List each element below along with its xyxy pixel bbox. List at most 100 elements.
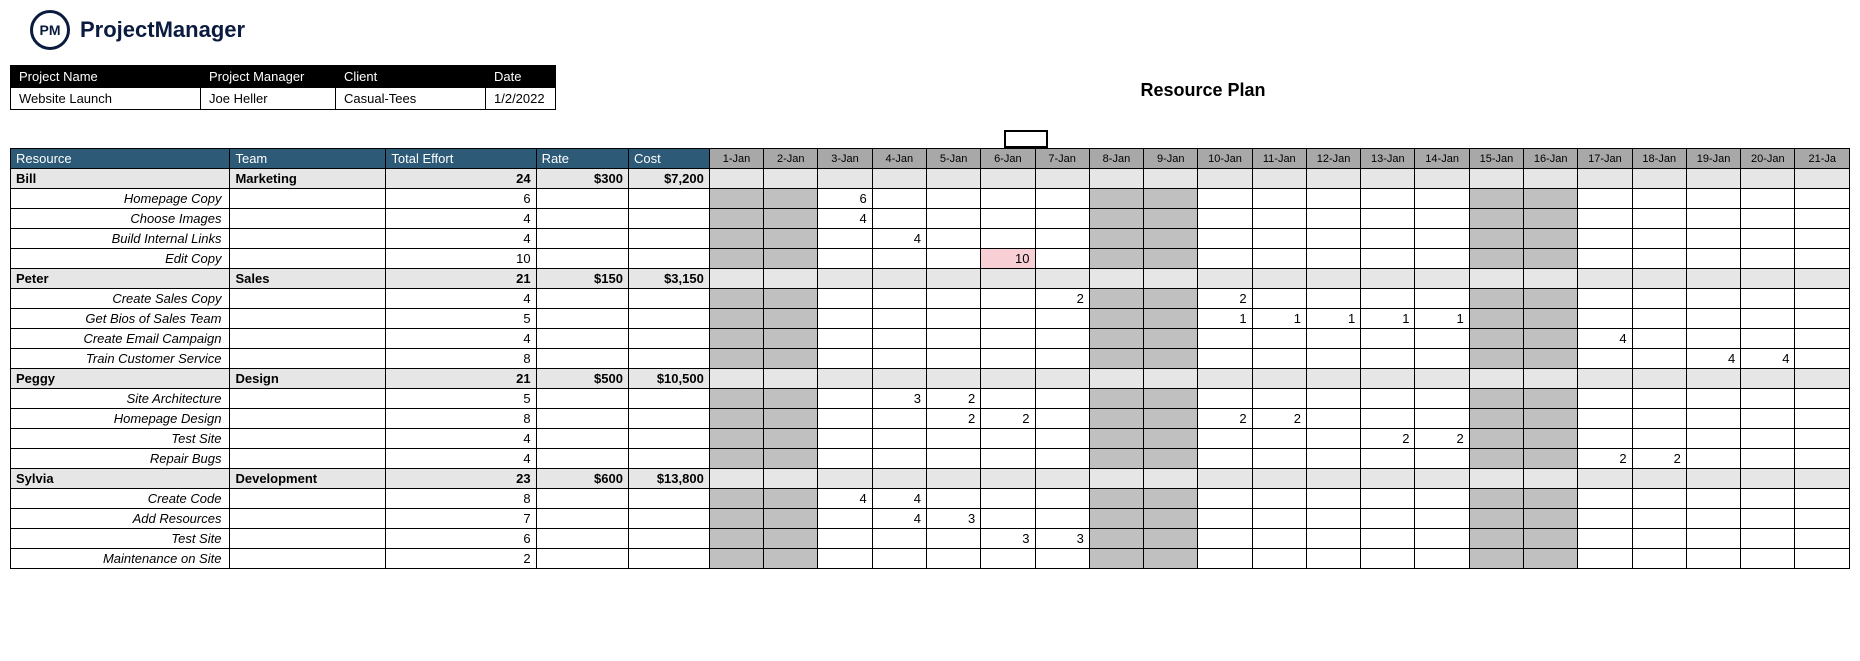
date-cell[interactable] bbox=[1795, 329, 1850, 349]
date-cell[interactable] bbox=[1089, 389, 1143, 409]
meta-value-project[interactable]: Website Launch bbox=[11, 88, 201, 110]
date-cell[interactable] bbox=[764, 429, 818, 449]
date-cell[interactable] bbox=[1469, 529, 1523, 549]
task-cost[interactable] bbox=[628, 549, 709, 569]
date-cell[interactable]: 1 bbox=[1415, 309, 1469, 329]
date-cell[interactable] bbox=[926, 169, 980, 189]
date-cell[interactable] bbox=[1524, 209, 1578, 229]
date-cell[interactable] bbox=[1686, 189, 1740, 209]
task-effort[interactable]: 5 bbox=[386, 389, 536, 409]
date-cell[interactable] bbox=[1252, 289, 1306, 309]
date-cell[interactable] bbox=[1524, 309, 1578, 329]
task-effort[interactable]: 5 bbox=[386, 309, 536, 329]
date-cell[interactable]: 4 bbox=[872, 489, 926, 509]
date-cell[interactable] bbox=[1632, 429, 1686, 449]
col-header-effort[interactable]: Total Effort bbox=[386, 149, 536, 169]
date-cell[interactable]: 3 bbox=[1035, 529, 1089, 549]
task-effort[interactable]: 4 bbox=[386, 449, 536, 469]
date-cell[interactable] bbox=[1578, 509, 1632, 529]
date-cell[interactable] bbox=[1524, 449, 1578, 469]
date-cell[interactable] bbox=[1741, 189, 1795, 209]
date-cell[interactable] bbox=[1415, 189, 1469, 209]
task-effort[interactable]: 6 bbox=[386, 189, 536, 209]
date-cell[interactable] bbox=[1469, 549, 1523, 569]
date-cell[interactable] bbox=[1741, 329, 1795, 349]
date-cell[interactable] bbox=[872, 409, 926, 429]
date-cell[interactable] bbox=[1252, 509, 1306, 529]
date-cell[interactable] bbox=[872, 469, 926, 489]
date-cell[interactable] bbox=[1469, 269, 1523, 289]
date-cell[interactable] bbox=[1252, 349, 1306, 369]
task-effort[interactable]: 8 bbox=[386, 349, 536, 369]
date-cell[interactable] bbox=[1578, 189, 1632, 209]
date-cell[interactable] bbox=[1578, 389, 1632, 409]
date-cell[interactable]: 2 bbox=[1035, 289, 1089, 309]
col-header-date[interactable]: 19-Jan bbox=[1686, 149, 1740, 169]
task-team[interactable] bbox=[230, 249, 386, 269]
task-effort[interactable]: 4 bbox=[386, 329, 536, 349]
date-cell[interactable] bbox=[1415, 449, 1469, 469]
date-cell[interactable] bbox=[1686, 269, 1740, 289]
task-team[interactable] bbox=[230, 429, 386, 449]
date-cell[interactable] bbox=[1469, 189, 1523, 209]
date-cell[interactable] bbox=[818, 309, 872, 329]
date-cell[interactable] bbox=[981, 349, 1035, 369]
date-cell[interactable] bbox=[1089, 509, 1143, 529]
date-cell[interactable] bbox=[1524, 349, 1578, 369]
date-cell[interactable] bbox=[818, 229, 872, 249]
date-cell[interactable] bbox=[1089, 489, 1143, 509]
date-cell[interactable] bbox=[1198, 329, 1252, 349]
rate[interactable]: $500 bbox=[536, 369, 628, 389]
date-cell[interactable] bbox=[1306, 269, 1360, 289]
date-cell[interactable]: 2 bbox=[1632, 449, 1686, 469]
date-cell[interactable] bbox=[1089, 409, 1143, 429]
date-cell[interactable] bbox=[1686, 389, 1740, 409]
date-cell[interactable] bbox=[1524, 389, 1578, 409]
date-cell[interactable] bbox=[1632, 169, 1686, 189]
date-cell[interactable] bbox=[1524, 369, 1578, 389]
date-cell[interactable] bbox=[1361, 549, 1415, 569]
date-cell[interactable] bbox=[1795, 549, 1850, 569]
task-name[interactable]: Create Email Campaign bbox=[11, 329, 230, 349]
date-cell[interactable] bbox=[709, 229, 763, 249]
task-rate[interactable] bbox=[536, 309, 628, 329]
date-cell[interactable] bbox=[1035, 409, 1089, 429]
date-cell[interactable] bbox=[1035, 349, 1089, 369]
task-name[interactable]: Create Code bbox=[11, 489, 230, 509]
task-team[interactable] bbox=[230, 349, 386, 369]
date-cell[interactable] bbox=[1524, 409, 1578, 429]
task-cost[interactable] bbox=[628, 409, 709, 429]
date-cell[interactable] bbox=[981, 329, 1035, 349]
date-cell[interactable] bbox=[872, 289, 926, 309]
cost[interactable]: $10,500 bbox=[628, 369, 709, 389]
date-cell[interactable] bbox=[1415, 409, 1469, 429]
date-cell[interactable] bbox=[1578, 469, 1632, 489]
team-name[interactable]: Marketing bbox=[230, 169, 386, 189]
date-cell[interactable] bbox=[1469, 249, 1523, 269]
date-cell[interactable] bbox=[1252, 209, 1306, 229]
col-header-date[interactable]: 21-Ja bbox=[1795, 149, 1850, 169]
date-cell[interactable] bbox=[1198, 529, 1252, 549]
date-cell[interactable] bbox=[1144, 429, 1198, 449]
date-cell[interactable] bbox=[1741, 549, 1795, 569]
date-cell[interactable] bbox=[818, 429, 872, 449]
date-cell[interactable] bbox=[1632, 309, 1686, 329]
col-header-date[interactable]: 20-Jan bbox=[1741, 149, 1795, 169]
date-cell[interactable] bbox=[926, 229, 980, 249]
total-effort[interactable]: 23 bbox=[386, 469, 536, 489]
date-cell[interactable] bbox=[1415, 369, 1469, 389]
date-cell[interactable] bbox=[1198, 269, 1252, 289]
date-cell[interactable] bbox=[1415, 289, 1469, 309]
date-cell[interactable] bbox=[1361, 449, 1415, 469]
date-cell[interactable] bbox=[1361, 189, 1415, 209]
date-cell[interactable] bbox=[1361, 529, 1415, 549]
date-cell[interactable] bbox=[1578, 249, 1632, 269]
date-cell[interactable] bbox=[926, 189, 980, 209]
meta-value-date[interactable]: 1/2/2022 bbox=[486, 88, 556, 110]
date-cell[interactable] bbox=[1795, 429, 1850, 449]
date-cell[interactable] bbox=[1306, 489, 1360, 509]
task-team[interactable] bbox=[230, 549, 386, 569]
date-cell[interactable] bbox=[1144, 229, 1198, 249]
meta-value-manager[interactable]: Joe Heller bbox=[201, 88, 336, 110]
date-cell[interactable] bbox=[764, 449, 818, 469]
